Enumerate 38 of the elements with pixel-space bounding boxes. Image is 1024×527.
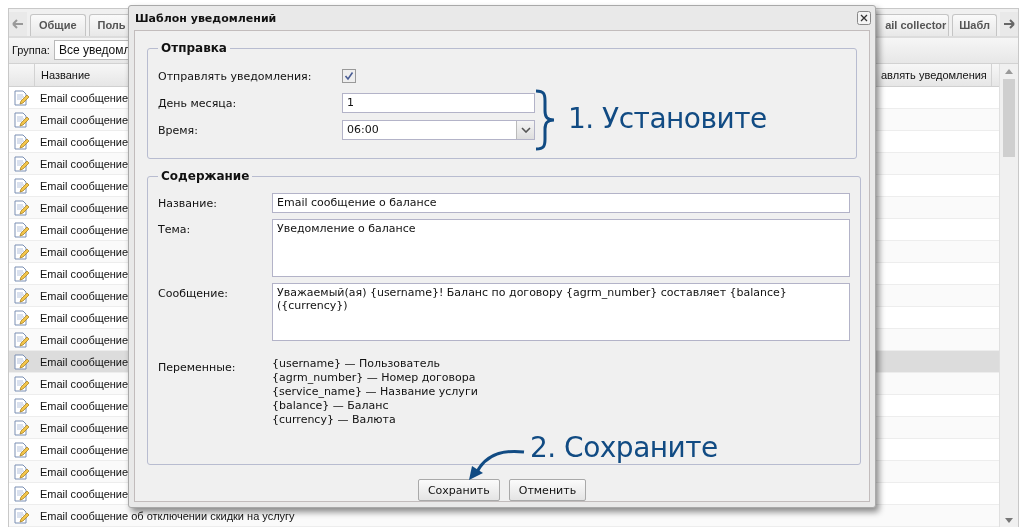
- table-cell: Email сообщение: [40, 465, 129, 478]
- variable-text: {service_name} — Название услуги: [272, 385, 478, 399]
- annotation-text: 1. Установите: [568, 102, 767, 135]
- group-legend: Отправка: [158, 41, 230, 55]
- field-label: Тема:: [158, 222, 192, 238]
- field-label: Переменные:: [158, 360, 237, 376]
- table-cell: Email сообщение: [40, 223, 129, 236]
- field-label: День месяца:: [158, 96, 238, 110]
- annotation-text: 2. Сохраните: [530, 431, 718, 464]
- table-cell: Email сообщение: [40, 267, 129, 280]
- field-label: Сообщение:: [158, 286, 229, 302]
- variable-text: {username} — Пользователь: [272, 357, 441, 371]
- field-label: Название:: [158, 196, 218, 212]
- field-label: Отправлять уведомления:: [158, 69, 313, 83]
- table-cell: Email сообщение об отключении скидки на услугу: [40, 509, 295, 522]
- table-cell: Email сообщение: [40, 487, 129, 500]
- table-cell: Email сообщение: [40, 399, 129, 412]
- table-cell: Email сообщение: [40, 135, 129, 148]
- table-cell: Email сообщение: [40, 179, 129, 192]
- table-cell: Email сообщение: [40, 355, 129, 368]
- variable-text: {balance} — Баланс: [272, 399, 390, 413]
- field-label: Время:: [158, 123, 199, 137]
- table-cell: Email сообщение: [40, 91, 129, 104]
- table-cell: Email сообщение: [40, 201, 129, 214]
- variable-text: {currency} — Валюта: [272, 413, 397, 427]
- table-cell: Email сообщение: [40, 311, 129, 324]
- group-legend: Содержание: [158, 169, 253, 183]
- table-cell: Email сообщение: [40, 421, 129, 434]
- variable-text: {agrm_number} — Номер договора: [272, 371, 477, 385]
- table-cell: Email сообщение: [40, 289, 129, 302]
- table-cell: Email сообщение: [40, 113, 129, 126]
- table-cell: Email сообщение: [40, 245, 129, 258]
- table-cell: Email сообщение: [40, 377, 129, 390]
- group-label: Группа:: [12, 44, 50, 57]
- dialog-title: Шаблон уведомлений: [135, 11, 277, 25]
- table-cell: Email сообщение: [40, 443, 129, 456]
- table-cell: Email сообщение: [40, 333, 129, 346]
- table-cell: Email сообщение: [40, 157, 129, 170]
